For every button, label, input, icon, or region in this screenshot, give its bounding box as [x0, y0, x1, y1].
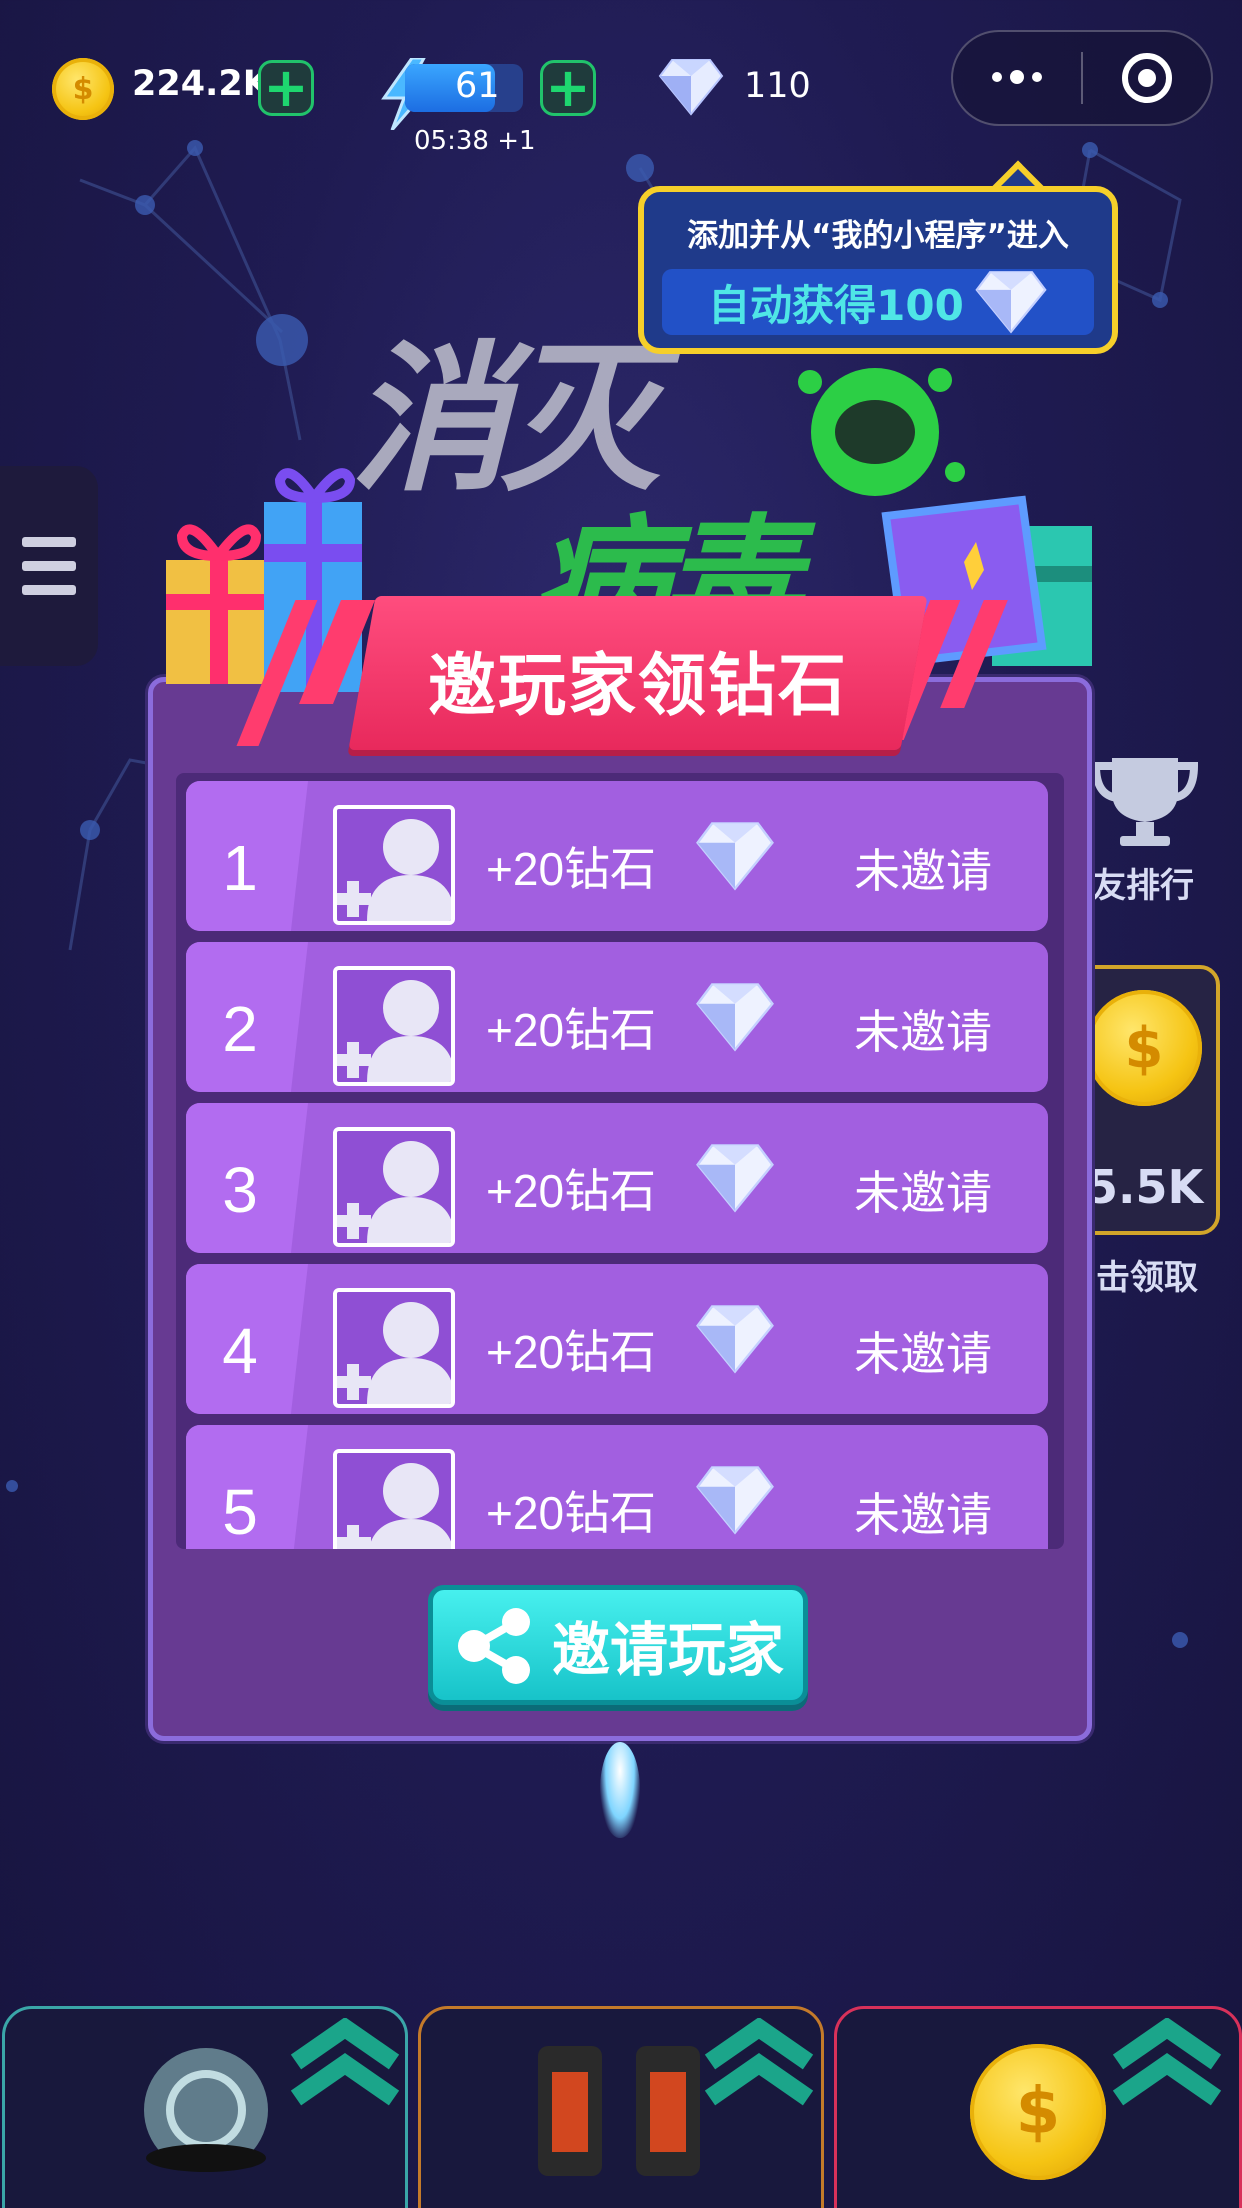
- row-status: 未邀请: [854, 1166, 992, 1220]
- add-friend-avatar[interactable]: [333, 805, 455, 925]
- add-friend-avatar[interactable]: [333, 1288, 455, 1408]
- share-icon: [457, 1608, 530, 1684]
- row-number-badge: 2: [186, 942, 308, 1092]
- energy-value: 61: [455, 66, 500, 106]
- invite-button-label: 邀请玩家: [551, 1616, 784, 1684]
- trophy-icon: [1091, 758, 1199, 846]
- coin-balance: 224.2K: [132, 64, 270, 104]
- row-status: 未邀请: [854, 1488, 992, 1542]
- side-menu-button[interactable]: [0, 466, 98, 666]
- diamond-icon: [696, 1144, 774, 1213]
- row-number: 5: [222, 1476, 258, 1548]
- add-user-icon: [337, 819, 451, 921]
- offline-reward-label: 击领取: [1096, 1258, 1198, 1298]
- tooltip-line1: 添加并从“我的小程序”进入: [687, 218, 1069, 254]
- row-number-badge: 3: [186, 1103, 308, 1253]
- diamond-icon: [658, 59, 724, 116]
- row-number-badge: 5: [186, 1425, 308, 1549]
- invite-row[interactable]: 5 +20钻石 未邀请: [186, 1425, 1048, 1549]
- row-reward: +20钻石: [486, 1487, 657, 1539]
- upgrade-arrow-icon: [1112, 2018, 1222, 2106]
- invite-row[interactable]: 2 +20钻石 未邀请: [186, 942, 1048, 1092]
- friend-rank-label: 友排行: [1092, 866, 1194, 906]
- offline-reward-value: 5.5K: [1086, 1160, 1204, 1214]
- tooltip-line2: 自动获得100: [708, 280, 964, 330]
- row-status: 未邀请: [854, 1327, 992, 1381]
- add-user-icon: [337, 1141, 451, 1243]
- invite-players-button[interactable]: 邀请玩家: [428, 1585, 808, 1705]
- row-reward: +20钻石: [486, 843, 657, 895]
- diamond-icon: [696, 1305, 774, 1374]
- coin-icon: $: [1086, 990, 1202, 1106]
- row-number-badge: 4: [186, 1264, 308, 1414]
- invite-list[interactable]: 1 +20钻石 未邀请 2 +20钻石 未邀请 3 +20钻石 未邀请 4 +20钻石 未邀请 5 +20…: [176, 773, 1064, 1549]
- add-user-icon: [337, 980, 451, 1082]
- row-reward: +20钻石: [486, 1165, 657, 1217]
- invite-row[interactable]: 1 +20钻石 未邀请: [186, 781, 1048, 931]
- row-number-badge: 1: [186, 781, 308, 931]
- add-energy-button[interactable]: +: [540, 60, 596, 116]
- invite-row[interactable]: 4 +20钻石 未邀请: [186, 1264, 1048, 1414]
- coin-icon: $: [970, 2044, 1106, 2180]
- add-user-icon: [337, 1302, 451, 1404]
- add-friend-avatar[interactable]: [333, 966, 455, 1086]
- upgrade-arrow-icon: [704, 2018, 814, 2106]
- row-number: 3: [222, 1154, 258, 1226]
- target-icon: [1121, 53, 1172, 103]
- add-user-icon: [337, 1463, 451, 1549]
- diamond-icon: [696, 1466, 774, 1535]
- more-menu-button[interactable]: [953, 70, 1081, 84]
- dialog-title: 邀玩家领钻石: [427, 647, 848, 726]
- miniprogram-capsule: [951, 30, 1213, 126]
- diamond-icon: [696, 822, 774, 891]
- menu-icon: [22, 537, 76, 595]
- add-friend-avatar[interactable]: [333, 1449, 455, 1549]
- add-miniprogram-tooltip: 添加并从“我的小程序”进入 自动获得100: [638, 186, 1118, 354]
- row-number: 4: [222, 1315, 258, 1387]
- row-number: 2: [222, 993, 258, 1065]
- coin-icon: $: [52, 58, 114, 120]
- row-status: 未邀请: [854, 844, 992, 898]
- row-status: 未邀请: [854, 1005, 992, 1059]
- diamond-balance: 110: [744, 66, 811, 106]
- rocket-flame: [600, 1742, 640, 1838]
- row-reward: +20钻石: [486, 1326, 657, 1378]
- shield-orb-icon: [144, 2048, 268, 2172]
- energy-timer: 05:38 +1: [414, 126, 536, 156]
- diamond-icon: [696, 983, 774, 1052]
- add-coins-button[interactable]: +: [258, 60, 314, 116]
- diamond-icon: [975, 271, 1047, 334]
- upgrade-arrow-icon: [290, 2018, 400, 2106]
- cannon-icon: [538, 2046, 700, 2176]
- virus-icon: [798, 368, 965, 496]
- close-miniprogram-button[interactable]: [1083, 51, 1211, 105]
- row-number: 1: [222, 832, 258, 904]
- row-reward: +20钻石: [486, 1004, 657, 1056]
- invite-row[interactable]: 3 +20钻石 未邀请: [186, 1103, 1048, 1253]
- add-friend-avatar[interactable]: [333, 1127, 455, 1247]
